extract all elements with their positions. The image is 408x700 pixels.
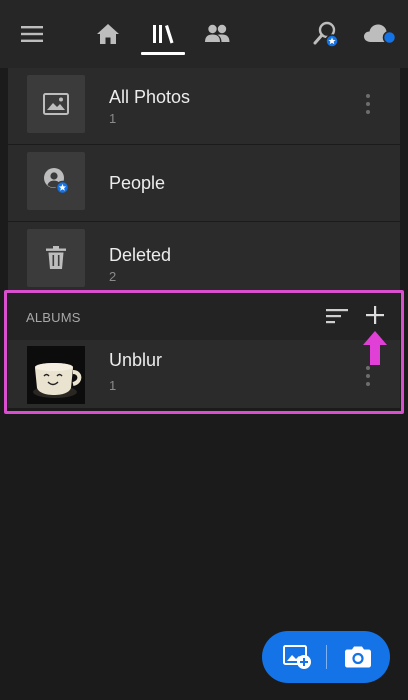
library-item-label: People [109, 173, 166, 193]
library-item-deleted[interactable]: Deleted 2 [8, 222, 400, 292]
sort-icon[interactable] [324, 305, 350, 327]
albums-section-header: ALBUMS [8, 294, 400, 340]
home-icon[interactable] [90, 16, 126, 52]
more-options-icon[interactable] [360, 90, 376, 118]
cloud-sync-icon[interactable] [360, 16, 400, 52]
search-people-icon[interactable] [308, 16, 344, 52]
floating-action-bar [262, 631, 390, 683]
fab-divider [326, 645, 327, 669]
camera-icon[interactable] [338, 639, 378, 675]
active-tab-indicator [141, 52, 185, 55]
library-item-all-photos[interactable]: All Photos 1 [8, 68, 400, 144]
top-navigation-bar [0, 0, 408, 68]
library-item-count: 2 [109, 269, 117, 284]
mug-thumbnail [27, 346, 85, 404]
library-item-label: All Photos [109, 87, 191, 107]
library-item-label: Deleted [109, 245, 172, 265]
person-icon [27, 152, 85, 210]
more-options-icon[interactable] [360, 362, 376, 390]
photo-icon [27, 75, 85, 133]
library-item-count: 1 [109, 111, 117, 126]
hamburger-menu-icon[interactable] [14, 16, 50, 52]
library-icon[interactable] [145, 16, 181, 52]
library-item-people[interactable]: People [8, 145, 400, 221]
people-icon[interactable] [199, 16, 235, 52]
pointer-arrow-icon [362, 330, 388, 366]
trash-icon [27, 229, 85, 287]
album-item-label: Unblur [109, 350, 163, 370]
album-item-unblur[interactable]: Unblur 1 [8, 340, 400, 408]
album-item-count: 1 [109, 378, 117, 393]
plus-icon[interactable] [364, 304, 386, 326]
add-photos-icon[interactable] [278, 639, 318, 675]
albums-heading: ALBUMS [26, 310, 81, 325]
